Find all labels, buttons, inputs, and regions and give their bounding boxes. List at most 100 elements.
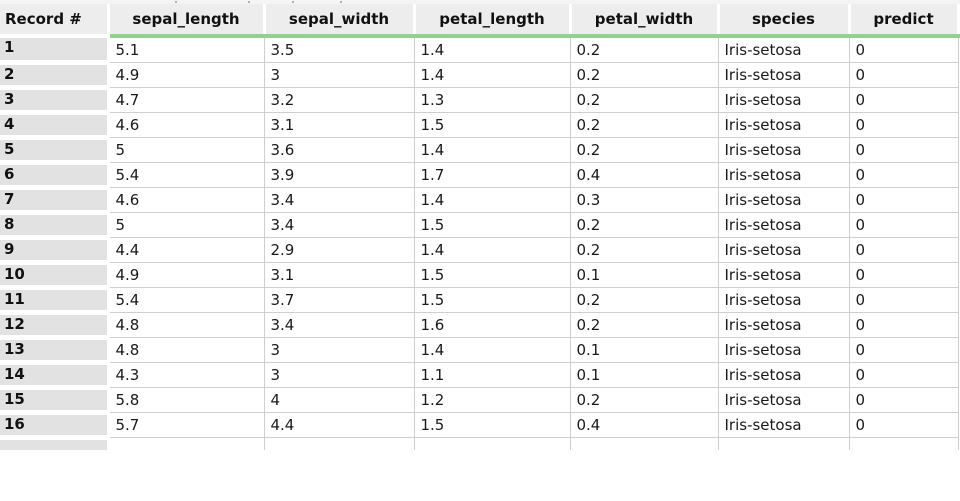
table-row[interactable]: 16 5.7 4.4 1.5 0.4 Iris-setosa 0 (0, 412, 959, 440)
sepal-width-cell[interactable]: 3.4 (264, 187, 415, 213)
predict-cell[interactable]: 0 (849, 287, 959, 313)
sepal-length-cell[interactable]: 4.3 (108, 362, 265, 388)
record-number-cell[interactable]: 8 (0, 212, 110, 240)
record-number-cell[interactable]: 9 (0, 237, 110, 265)
petal-length-cell[interactable]: 1.4 (414, 237, 571, 263)
predict-cell[interactable]: 0 (849, 237, 959, 263)
petal-length-cell[interactable]: 1.6 (414, 312, 571, 338)
petal-width-cell[interactable]: 0.2 (570, 36, 719, 63)
record-number-cell[interactable]: 2 (0, 62, 110, 90)
sepal-length-cell[interactable]: 5 (108, 212, 265, 238)
sepal-width-cell[interactable]: 3.6 (264, 137, 415, 163)
predict-cell[interactable]: 0 (849, 362, 959, 388)
table-row[interactable]: 15 5.8 4 1.2 0.2 Iris-setosa 0 (0, 387, 959, 415)
petal-width-cell[interactable]: 0.2 (570, 62, 719, 88)
species-cell[interactable]: Iris-setosa (718, 312, 850, 338)
predict-cell[interactable]: 0 (849, 387, 959, 413)
record-number-cell[interactable]: 11 (0, 287, 110, 315)
petal-length-cell[interactable]: 1.4 (414, 137, 571, 163)
sepal-length-cell[interactable]: 4.6 (108, 112, 265, 138)
record-number-cell[interactable]: 15 (0, 387, 110, 415)
petal-width-cell[interactable]: 0.2 (570, 87, 719, 113)
predict-cell[interactable]: 0 (849, 312, 959, 338)
predict-cell[interactable]: 0 (849, 412, 959, 438)
record-number-cell[interactable]: 6 (0, 162, 110, 190)
species-cell[interactable]: Iris-setosa (718, 337, 850, 363)
column-header-sepal-length[interactable]: sepal_length (108, 4, 266, 38)
sepal-length-cell[interactable]: 5.8 (108, 387, 265, 413)
sepal-length-cell[interactable]: 4.8 (108, 312, 265, 338)
record-number-cell[interactable]: 3 (0, 87, 110, 115)
species-cell[interactable]: Iris-setosa (718, 36, 850, 63)
record-number-cell[interactable]: 1 (0, 36, 110, 65)
sepal-length-cell[interactable]: 4.6 (108, 187, 265, 213)
sepal-length-cell[interactable]: 5.4 (108, 287, 265, 313)
record-number-cell[interactable]: 14 (0, 362, 110, 390)
petal-length-cell[interactable]: 1.5 (414, 212, 571, 238)
table-row[interactable]: 8 5 3.4 1.5 0.2 Iris-setosa 0 (0, 212, 959, 240)
record-number-cell[interactable]: 7 (0, 187, 110, 215)
sepal-length-cell[interactable]: 5.1 (108, 36, 265, 63)
column-header-record[interactable]: Record # (0, 4, 110, 38)
sepal-width-cell[interactable]: 3.9 (264, 162, 415, 188)
petal-length-cell[interactable]: 1.5 (414, 262, 571, 288)
petal-width-cell[interactable]: 0.2 (570, 287, 719, 313)
sepal-length-cell[interactable]: 4.9 (108, 262, 265, 288)
table-row[interactable]: 4 4.6 3.1 1.5 0.2 Iris-setosa 0 (0, 112, 959, 140)
column-header-petal-width[interactable]: petal_width (570, 4, 720, 38)
petal-width-cell[interactable]: 0.1 (570, 337, 719, 363)
petal-length-cell[interactable]: 1.4 (414, 187, 571, 213)
column-header-sepal-width[interactable]: sepal_width (264, 4, 416, 38)
table-row[interactable]: 5 5 3.6 1.4 0.2 Iris-setosa 0 (0, 137, 959, 165)
petal-length-cell[interactable]: 1.7 (414, 162, 571, 188)
table-row[interactable]: 6 5.4 3.9 1.7 0.4 Iris-setosa 0 (0, 162, 959, 190)
record-number-cell[interactable]: 16 (0, 412, 110, 440)
species-cell[interactable]: Iris-setosa (718, 187, 850, 213)
species-cell[interactable]: Iris-setosa (718, 362, 850, 388)
sepal-width-cell[interactable]: 3.1 (264, 262, 415, 288)
column-header-species[interactable]: species (718, 4, 851, 38)
sepal-length-cell[interactable]: 5.4 (108, 162, 265, 188)
predict-cell[interactable]: 0 (849, 212, 959, 238)
sepal-width-cell[interactable]: 4.4 (264, 412, 415, 438)
petal-width-cell[interactable]: 0.2 (570, 387, 719, 413)
sepal-width-cell[interactable]: 3.2 (264, 87, 415, 113)
record-number-cell[interactable]: 5 (0, 137, 110, 165)
petal-length-cell[interactable]: 1.3 (414, 87, 571, 113)
sepal-length-cell[interactable]: 5 (108, 137, 265, 163)
sepal-width-cell[interactable]: 3.4 (264, 212, 415, 238)
predict-cell[interactable]: 0 (849, 187, 959, 213)
predict-cell[interactable]: 0 (849, 162, 959, 188)
petal-width-cell[interactable]: 0.2 (570, 212, 719, 238)
record-number-cell[interactable]: 4 (0, 112, 110, 140)
sepal-length-cell[interactable]: 4.9 (108, 62, 265, 88)
sepal-width-cell[interactable]: 2.9 (264, 237, 415, 263)
table-row[interactable]: 1 5.1 3.5 1.4 0.2 Iris-setosa 0 (0, 36, 959, 65)
table-row[interactable]: 11 5.4 3.7 1.5 0.2 Iris-setosa 0 (0, 287, 959, 315)
table-row[interactable]: 7 4.6 3.4 1.4 0.3 Iris-setosa 0 (0, 187, 959, 215)
species-cell[interactable]: Iris-setosa (718, 287, 850, 313)
petal-width-cell[interactable]: 0.1 (570, 262, 719, 288)
sepal-width-cell[interactable]: 3.1 (264, 112, 415, 138)
table-row[interactable]: 13 4.8 3 1.4 0.1 Iris-setosa 0 (0, 337, 959, 365)
species-cell[interactable]: Iris-setosa (718, 212, 850, 238)
table-row[interactable]: 14 4.3 3 1.1 0.1 Iris-setosa 0 (0, 362, 959, 390)
petal-width-cell[interactable]: 0.2 (570, 237, 719, 263)
predict-cell[interactable]: 0 (849, 62, 959, 88)
sepal-length-cell[interactable]: 4.7 (108, 87, 265, 113)
species-cell[interactable]: Iris-setosa (718, 112, 850, 138)
sepal-width-cell[interactable]: 3.7 (264, 287, 415, 313)
sepal-width-cell[interactable]: 3 (264, 337, 415, 363)
petal-length-cell[interactable]: 1.5 (414, 412, 571, 438)
petal-length-cell[interactable]: 1.4 (414, 337, 571, 363)
sepal-width-cell[interactable]: 3.5 (264, 36, 415, 63)
sepal-width-cell[interactable]: 4 (264, 387, 415, 413)
species-cell[interactable]: Iris-setosa (718, 387, 850, 413)
record-number-cell[interactable]: 13 (0, 337, 110, 365)
petal-width-cell[interactable]: 0.3 (570, 187, 719, 213)
sepal-length-cell[interactable]: 5.7 (108, 412, 265, 438)
petal-length-cell[interactable]: 1.2 (414, 387, 571, 413)
table-row[interactable]: 2 4.9 3 1.4 0.2 Iris-setosa 0 (0, 62, 959, 90)
petal-width-cell[interactable]: 0.2 (570, 137, 719, 163)
record-number-cell[interactable]: 10 (0, 262, 110, 290)
